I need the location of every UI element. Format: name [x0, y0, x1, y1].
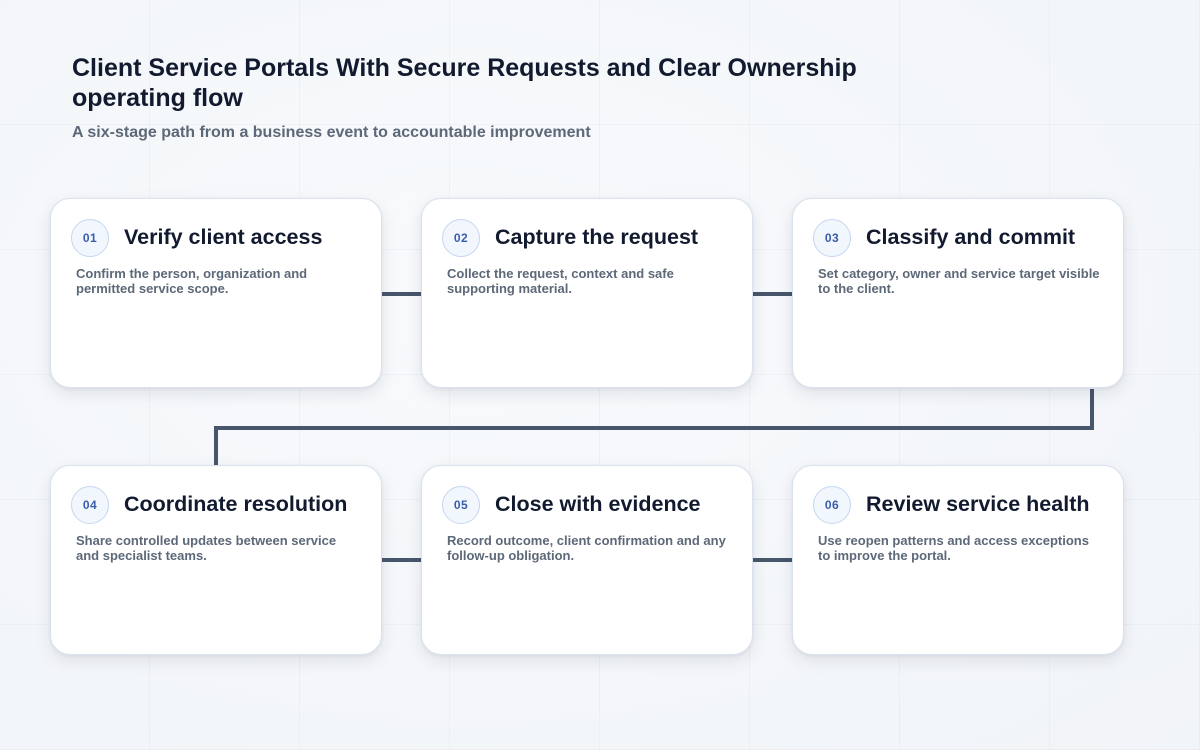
stage-title: Capture the request	[495, 225, 699, 249]
stage-description: Set category, owner and service target v…	[818, 266, 1100, 296]
stage-number-badge: 01	[71, 219, 109, 257]
stage-title: Classify and commit	[866, 225, 1076, 249]
stage-description: Record outcome, client confirmation and …	[447, 533, 726, 563]
stage-card-verify-client-access: 01 Verify client access Confirm the pers…	[50, 198, 382, 388]
stage-number-badge: 04	[71, 486, 109, 524]
connector-03-04	[214, 389, 1094, 466]
stage-description: Collect the request, context and safe su…	[447, 266, 674, 296]
stage-number-badge: 05	[442, 486, 480, 524]
stage-card-classify-commit: 03 Classify and commit Set category, own…	[792, 198, 1124, 388]
stage-card-coordinate-resolution: 04 Coordinate resolution Share controlle…	[50, 465, 382, 655]
stage-description: Use reopen patterns and access exception…	[818, 533, 1089, 563]
stage-card-review-service-health: 06 Review service health Use reopen patt…	[792, 465, 1124, 655]
stage-number-badge: 03	[813, 219, 851, 257]
stage-number-badge: 06	[813, 486, 851, 524]
stage-number-badge: 02	[442, 219, 480, 257]
stage-title: Coordinate resolution	[124, 492, 348, 516]
stage-card-close-with-evidence: 05 Close with evidence Record outcome, c…	[421, 465, 753, 655]
stage-title: Verify client access	[124, 225, 323, 249]
stage-description: Confirm the person, organization and per…	[76, 266, 308, 296]
stage-card-capture-request: 02 Capture the request Collect the reque…	[421, 198, 753, 388]
stage-title: Close with evidence	[495, 492, 701, 516]
stage-description: Share controlled updates between service…	[76, 533, 337, 563]
stage-title: Review service health	[866, 492, 1090, 516]
